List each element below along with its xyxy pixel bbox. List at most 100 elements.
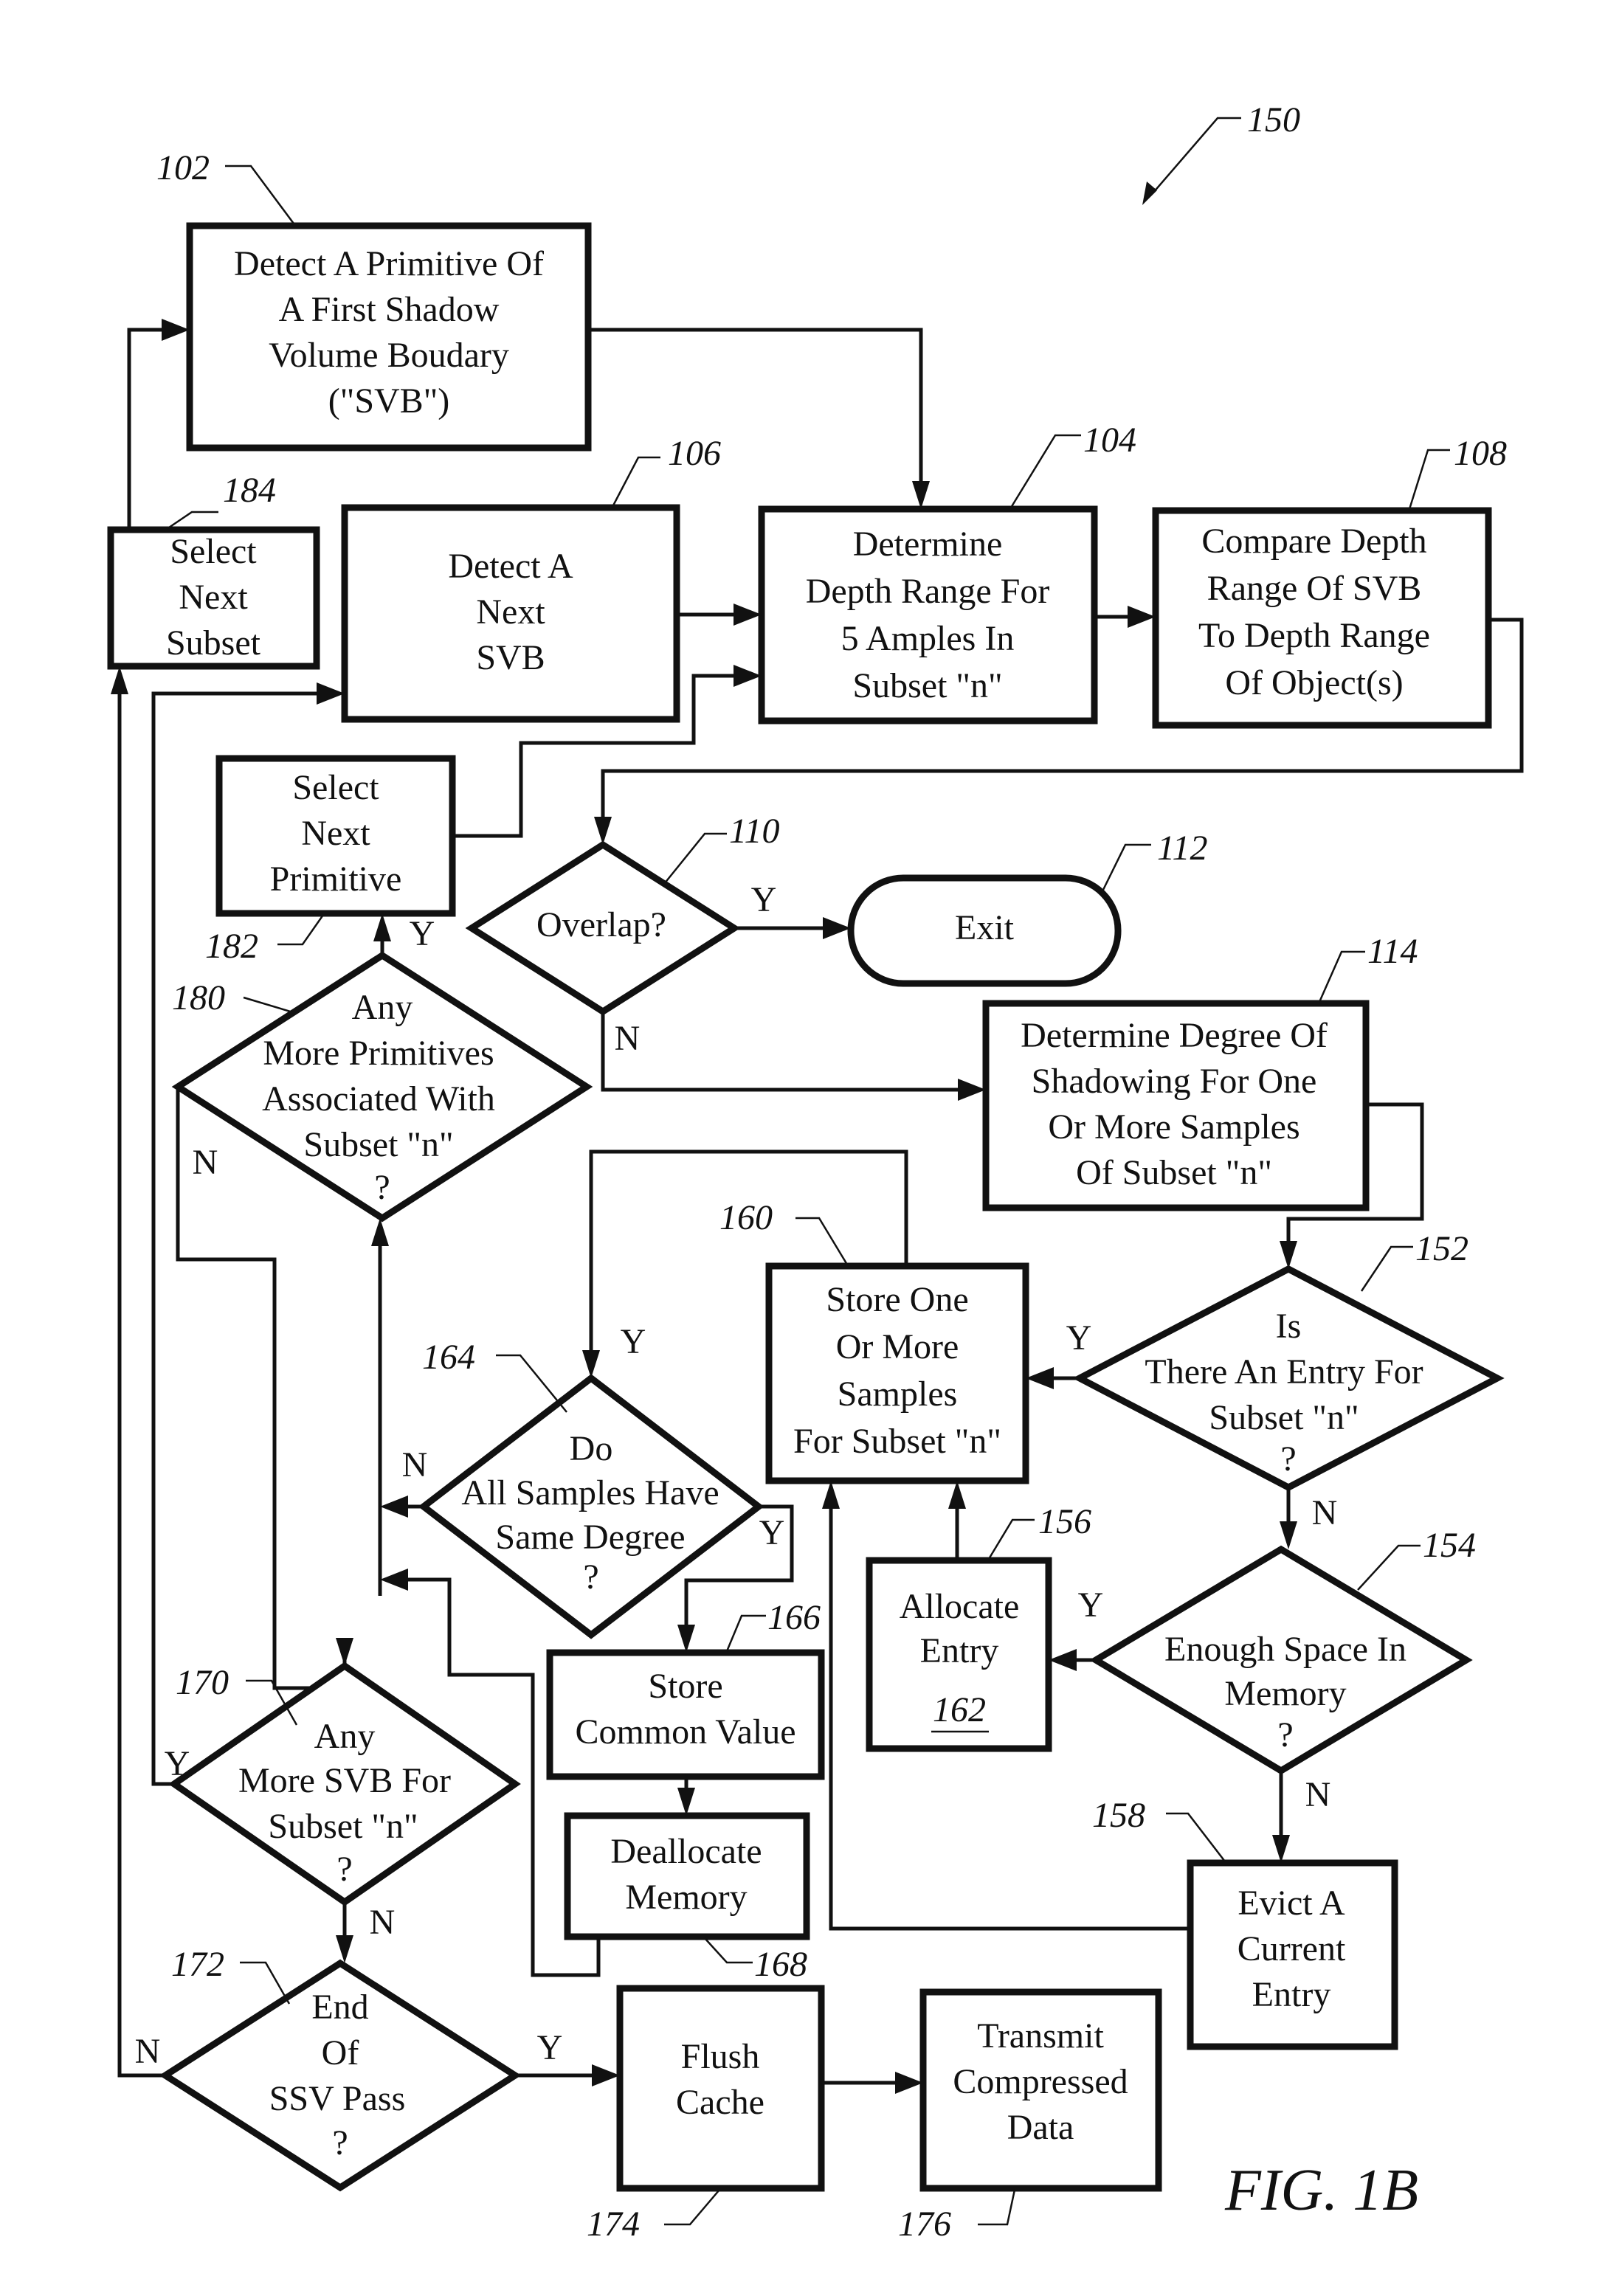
node-184-line: Select xyxy=(170,532,257,571)
edge-label-164-yes: Y xyxy=(759,1513,785,1552)
node-160-reference: 160 xyxy=(719,1198,849,1265)
node-108-compare-depth-range: Compare Depth Range Of SVB To Depth Rang… xyxy=(1152,507,1492,729)
node-176-transmit-compressed-data: Transmit Compressed Data xyxy=(919,1988,1162,2192)
node-114-line: Determine Degree Of xyxy=(1021,1016,1328,1055)
node-160-line: Store One xyxy=(826,1280,968,1319)
node-152-line: There An Entry For xyxy=(1145,1352,1423,1391)
node-106-line: Detect A xyxy=(448,547,573,586)
node-110-reference: 110 xyxy=(663,812,779,885)
node-184-line: Next xyxy=(179,578,248,617)
node-180-line: ? xyxy=(374,1168,390,1207)
edge-label-154-no: N xyxy=(1305,1775,1331,1814)
node-180-more-primitives-decision: Any More Primitives Associated With Subs… xyxy=(171,951,593,1223)
node-164-line: Same Degree xyxy=(495,1518,685,1557)
node-164-line: All Samples Have xyxy=(461,1473,719,1512)
node-104-line: Subset "n" xyxy=(852,666,1002,705)
node-172-reference: 172 xyxy=(171,1945,291,2005)
arrowhead xyxy=(823,917,851,939)
node-168-reference: 168 xyxy=(704,1937,807,1984)
arrowhead xyxy=(822,1481,840,1509)
node-166-reference: 166 xyxy=(725,1598,821,1652)
edge-label-152-no: N xyxy=(1312,1493,1338,1532)
node-176-line: Compressed xyxy=(953,2062,1128,2101)
node-112-line: Exit xyxy=(955,908,1015,947)
node-104-line: Determine xyxy=(853,525,1003,564)
node-108-line: Compare Depth xyxy=(1201,522,1426,561)
ref-number: 160 xyxy=(719,1198,773,1237)
node-108-line: To Depth Range xyxy=(1198,616,1430,655)
figure-reference-arrow xyxy=(1142,181,1157,205)
node-156-inner-reference: 162 xyxy=(933,1690,986,1729)
node-152-line: Is xyxy=(1276,1307,1302,1346)
node-108-reference: 108 xyxy=(1408,434,1507,510)
arrowhead xyxy=(1280,1241,1297,1269)
node-166-store-common-value: Store Common Value xyxy=(546,1649,825,1780)
node-102-detect-primitive: Detect A Primitive Of A First Shadow Vol… xyxy=(186,222,592,452)
node-156-line: Entry xyxy=(920,1631,999,1670)
edge-label-170-no: N xyxy=(370,1903,396,1942)
node-104-reference: 104 xyxy=(1009,421,1136,508)
node-160-line: For Subset "n" xyxy=(793,1422,1001,1461)
arrowhead xyxy=(1272,1835,1290,1863)
arrowhead xyxy=(592,2064,620,2086)
node-164-line: ? xyxy=(583,1557,598,1597)
node-156-allocate-entry: Allocate Entry 162 xyxy=(866,1557,1052,1752)
arrowhead xyxy=(912,481,930,509)
node-102-line: A First Shadow xyxy=(279,290,500,329)
node-158-line: Evict A xyxy=(1238,1884,1345,1923)
node-164-reference: 164 xyxy=(422,1338,567,1413)
ref-number: 154 xyxy=(1423,1526,1476,1565)
node-106-detect-next-svb: Detect A Next SVB xyxy=(341,504,680,723)
node-180-line: Subset "n" xyxy=(303,1125,453,1164)
figure-label: FIG. 1B xyxy=(1224,2158,1418,2223)
node-152-line: ? xyxy=(1280,1439,1296,1479)
ref-number: 184 xyxy=(223,471,276,510)
edge-184-102 xyxy=(127,328,176,530)
ref-number: 110 xyxy=(729,812,779,851)
node-106-line: Next xyxy=(476,592,545,632)
arrowhead xyxy=(958,1079,986,1101)
node-184-line: Subset xyxy=(166,623,261,663)
node-154-line: ? xyxy=(1277,1715,1293,1754)
edge-label-180-no: N xyxy=(193,1143,218,1182)
node-102-line: Detect A Primitive Of xyxy=(234,244,544,283)
node-168-line: Memory xyxy=(625,1878,747,1917)
node-154-line: Memory xyxy=(1224,1674,1346,1713)
node-184-reference: 184 xyxy=(166,471,276,530)
node-102-line: Volume Boudary xyxy=(269,336,509,375)
arrowhead xyxy=(380,1495,408,1518)
edge-label-110-no: N xyxy=(615,1019,641,1058)
node-176-reference: 176 xyxy=(898,2189,1016,2244)
edge-102-104 xyxy=(588,328,923,496)
ref-number: 112 xyxy=(1157,829,1207,868)
node-114-line: Or More Samples xyxy=(1048,1107,1299,1147)
ref-number: 156 xyxy=(1038,1502,1091,1541)
node-158-line: Entry xyxy=(1252,1975,1331,2014)
node-170-line: ? xyxy=(336,1850,352,1889)
node-158-reference: 158 xyxy=(1092,1796,1226,1862)
arrowhead xyxy=(336,1935,353,1963)
node-112-reference: 112 xyxy=(1100,829,1207,893)
ref-number: 174 xyxy=(587,2205,640,2244)
arrowhead xyxy=(162,319,190,341)
arrowhead xyxy=(677,1625,695,1653)
arrowhead xyxy=(336,1638,353,1666)
node-152-entry-exists-decision: Is There An Entry For Subset "n" ? xyxy=(1072,1265,1505,1492)
node-184-select-next-subset: Select Next Subset xyxy=(107,526,320,670)
node-160-line: Or More xyxy=(836,1327,959,1366)
ref-number: 172 xyxy=(171,1945,224,1984)
node-110-line: Overlap? xyxy=(536,905,666,944)
node-154-enough-space-decision: Enough Space In Memory ? xyxy=(1089,1545,1473,1775)
ref-number: 170 xyxy=(176,1663,229,1702)
node-182-line: Primitive xyxy=(270,860,402,899)
edge-label-152-yes: Y xyxy=(1066,1318,1092,1358)
node-164-line: Do xyxy=(570,1429,613,1468)
node-176-line: Data xyxy=(1007,2108,1074,2147)
node-174-flush-cache: Flush Cache xyxy=(616,1985,825,2192)
edge-label-180-yes: Y xyxy=(410,914,435,953)
ref-number: 176 xyxy=(898,2205,951,2244)
node-174-line: Cache xyxy=(676,2083,764,2122)
flowchart-canvas: 150 Detect A Primitive Of A First Shadow… xyxy=(107,100,1524,2244)
node-180-line: Any xyxy=(352,988,413,1027)
node-156-line: Allocate xyxy=(900,1587,1020,1626)
